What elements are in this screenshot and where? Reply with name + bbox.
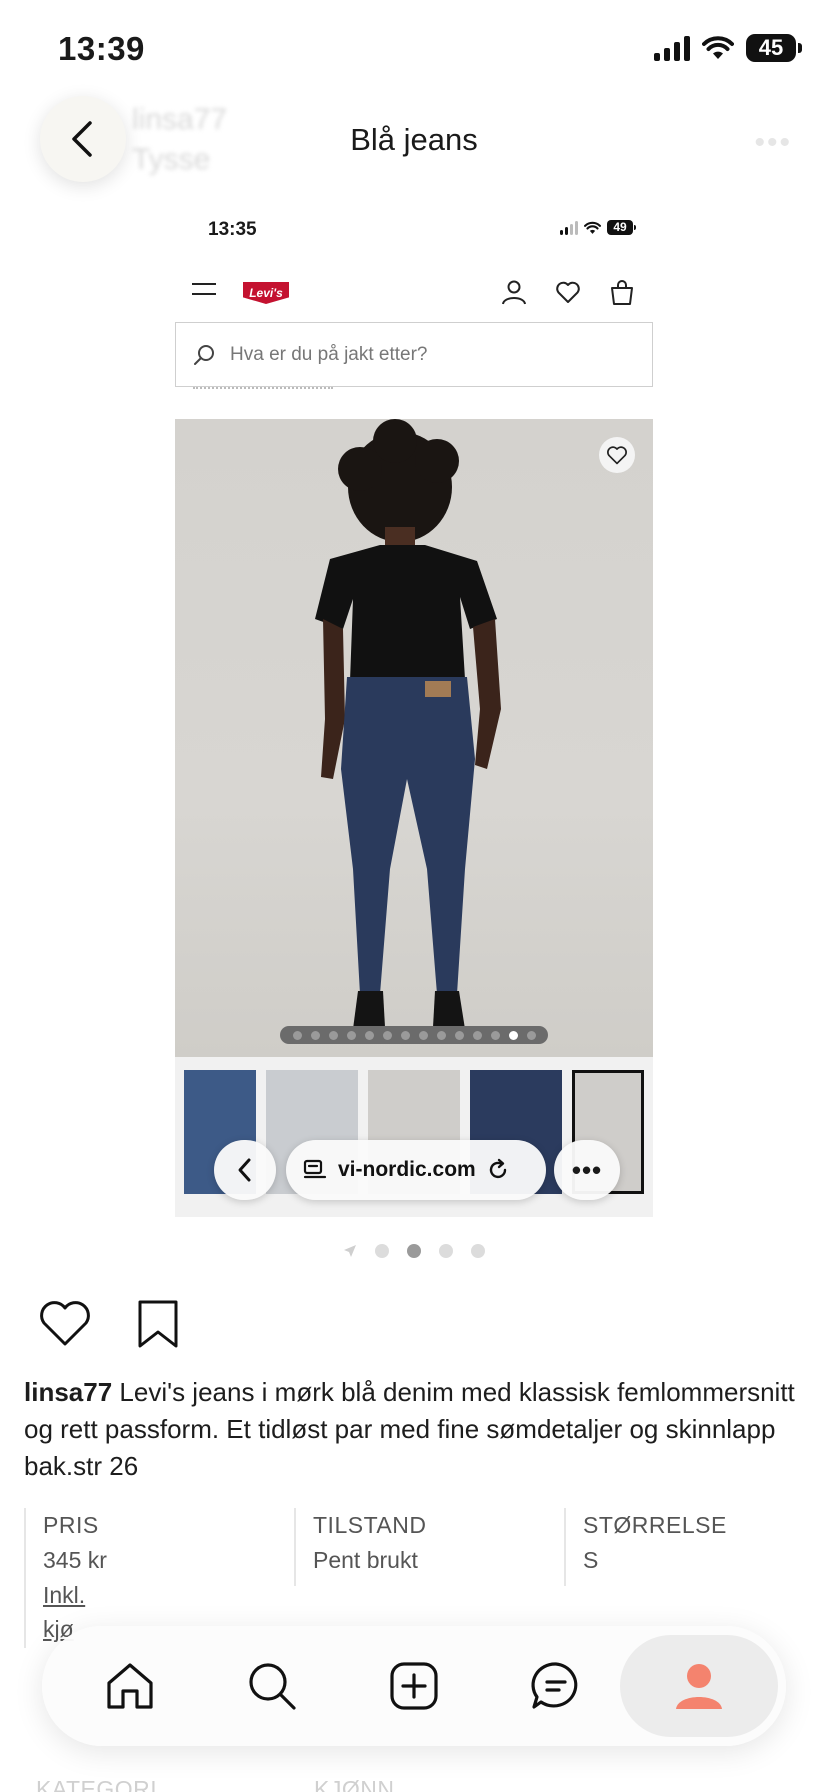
caption-text: Levi's jeans i mørk blå denim med klassi…	[24, 1377, 795, 1481]
carousel-dot	[471, 1244, 485, 1258]
nav-messages[interactable]	[520, 1650, 592, 1722]
bookmark-icon[interactable]	[136, 1298, 180, 1350]
nav-new-post[interactable]	[378, 1650, 450, 1722]
carousel-dot	[439, 1244, 453, 1258]
embedded-wifi-icon	[584, 221, 601, 234]
battery-level: 45	[758, 35, 784, 60]
embedded-battery-level: 49	[613, 220, 627, 234]
menu-icon	[192, 283, 216, 303]
embedded-signal-icon	[560, 220, 578, 235]
product-photo	[175, 419, 653, 1057]
profile-icon	[676, 1664, 722, 1709]
model-figure	[315, 419, 501, 1029]
nav-search[interactable]	[236, 1650, 308, 1722]
browser-url-field: vi-nordic.com	[286, 1140, 546, 1200]
category-label: KATEGORI	[36, 1776, 158, 1792]
carousel-dot	[375, 1244, 389, 1258]
embedded-status-icons: 49	[560, 220, 636, 235]
condition-label: TILSTAND	[313, 1512, 427, 1538]
browser-back-button	[214, 1140, 276, 1200]
bottom-navigation	[42, 1626, 786, 1746]
size-value: S	[583, 1547, 599, 1573]
reader-icon	[303, 1159, 327, 1179]
price-label: PRIS	[43, 1512, 99, 1538]
reload-icon	[489, 1158, 506, 1179]
carousel-indicator	[0, 1244, 828, 1258]
cut-off-text	[193, 387, 333, 393]
search-placeholder: Hva er du på jakt etter?	[230, 343, 428, 365]
nav-profile[interactable]	[663, 1650, 735, 1722]
condition-value: Pent brukt	[313, 1547, 418, 1573]
chevron-left-icon	[238, 1158, 251, 1182]
nav-home[interactable]	[94, 1650, 166, 1722]
status-bar: 13:39 45	[0, 0, 828, 100]
wishlist-icon	[556, 281, 580, 303]
embedded-time: 13:35	[208, 219, 257, 240]
size-column: STØRRELSE S	[564, 1508, 804, 1586]
status-icons: 45	[654, 34, 802, 62]
page-title: Blå jeans	[350, 122, 478, 157]
search-icon	[194, 344, 214, 365]
add-icon	[390, 1662, 438, 1710]
account-icon	[502, 280, 526, 305]
like-heart-icon[interactable]	[38, 1298, 92, 1348]
size-label: STØRRELSE	[583, 1512, 727, 1538]
header: linsa77 Tysse Blå jeans •••	[0, 90, 828, 190]
image-wishlist-button	[599, 437, 635, 473]
battery-icon: 45	[746, 34, 802, 62]
shop-nav-bar: Levi's	[175, 273, 653, 317]
image-pagination-dots	[280, 1026, 548, 1044]
condition-column: TILSTAND Pent brukt	[294, 1508, 564, 1586]
browser-url: vi-nordic.com	[338, 1158, 476, 1181]
location-arrow-icon	[344, 1245, 356, 1257]
post-caption: linsa77 Levi's jeans i mørk blå denim me…	[24, 1374, 804, 1485]
levis-logo: Levi's	[243, 282, 289, 304]
price-note-link[interactable]: Inkl.	[43, 1578, 294, 1612]
browser-more-button: •••	[554, 1140, 620, 1200]
embedded-status-bar: 13:35 49	[175, 205, 653, 255]
gender-label: KJØNN	[314, 1776, 395, 1792]
more-options-icon[interactable]: •••	[754, 126, 792, 160]
wifi-icon	[702, 36, 734, 59]
price-value: 345 kr	[43, 1547, 107, 1573]
carousel-dot-active	[407, 1244, 421, 1258]
messages-icon	[531, 1662, 578, 1709]
shop-icons	[501, 279, 635, 305]
home-icon	[107, 1663, 153, 1709]
embedded-search-field: Hva er du på jakt etter?	[175, 322, 653, 387]
status-time: 13:39	[58, 30, 145, 67]
shopping-bag-icon	[611, 280, 633, 305]
search-icon	[249, 1663, 296, 1710]
caption-username[interactable]: linsa77	[24, 1377, 112, 1407]
cellular-signal-icon	[654, 35, 690, 61]
heart-outline-icon	[607, 446, 627, 465]
post-actions	[38, 1298, 180, 1350]
post-image[interactable]: 13:35 49 Levi's Hva er du på jakt etter?…	[175, 205, 653, 1235]
embedded-battery-icon: 49	[607, 220, 636, 235]
